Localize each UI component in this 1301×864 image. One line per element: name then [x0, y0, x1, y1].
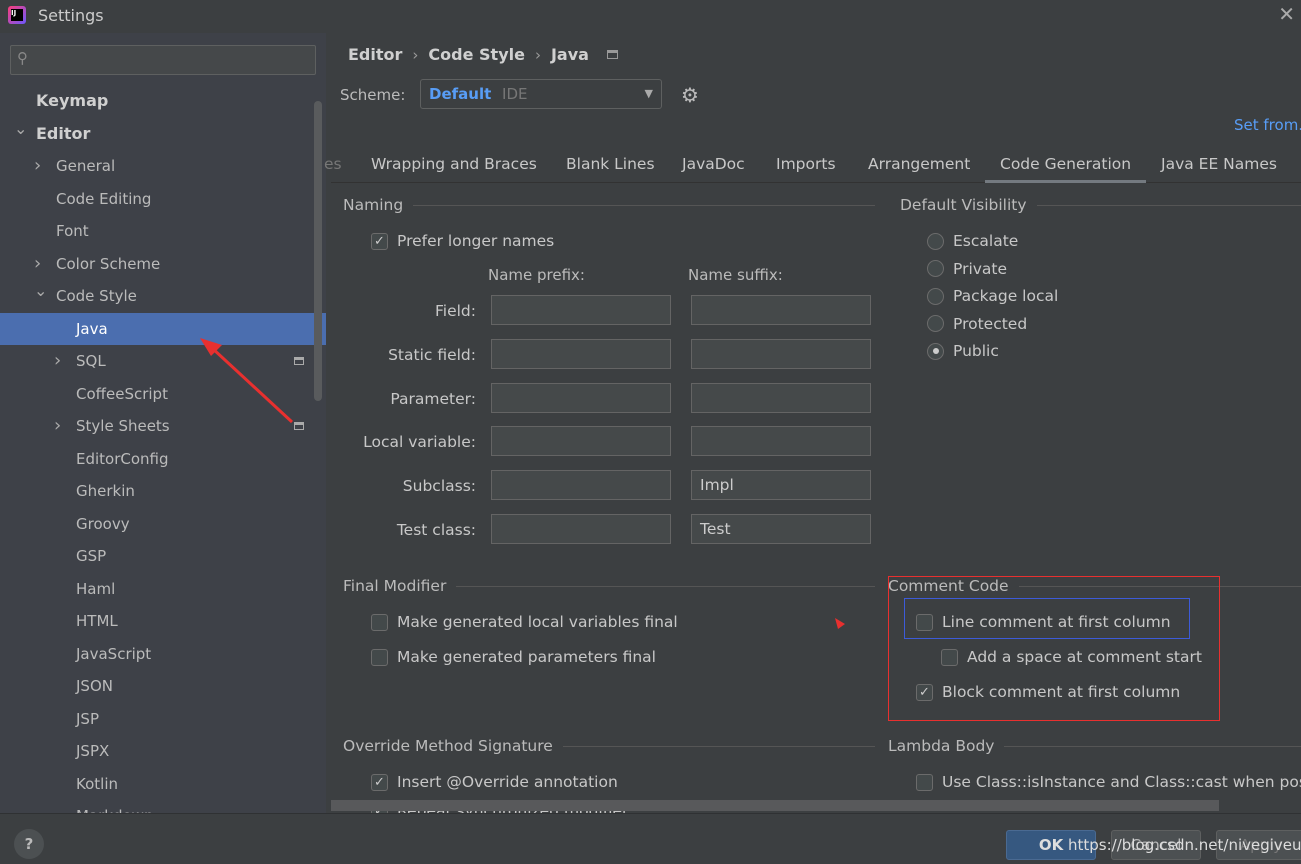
highlight-blue-box — [904, 598, 1190, 639]
help-button[interactable]: ? — [14, 829, 44, 859]
watermark: https://blog.csdn.net/nivegiveup — [1068, 836, 1301, 854]
arrow-svg — [200, 338, 845, 629]
ok-label: OK — [1038, 836, 1064, 854]
footer-bar: ? OK Cancel Apply https://blog.csdn.net/… — [0, 813, 1301, 864]
